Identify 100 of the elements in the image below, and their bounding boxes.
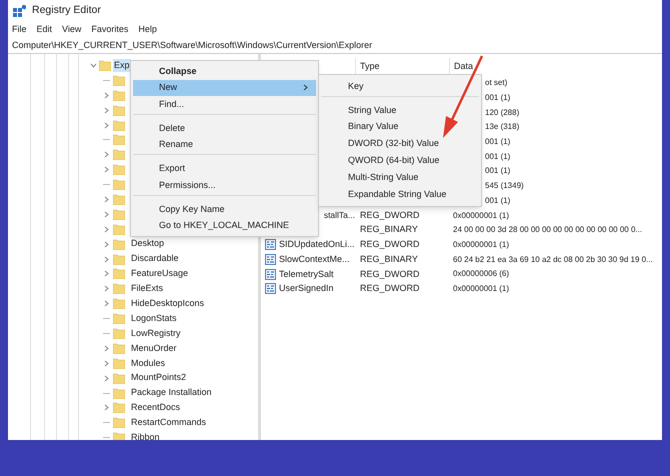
value-icon: [265, 268, 276, 280]
menu-item[interactable]: File: [12, 23, 27, 37]
value-icon: [265, 239, 276, 250]
value-icon: [265, 254, 276, 266]
tree-item[interactable]: FileExts: [130, 282, 164, 296]
tree-item[interactable]: Desktop: [130, 237, 166, 251]
chevron-right-icon[interactable]: [103, 122, 110, 128]
tree-item[interactable]: FeatureUsage: [130, 267, 190, 281]
menu-item[interactable]: DWORD (32-bit) Value: [321, 136, 479, 152]
tree-line: [103, 332, 110, 334]
folder-icon: [113, 432, 125, 440]
folder-icon: [113, 120, 125, 130]
table-cell-text: 0x00000001 (1): [452, 282, 510, 295]
tree-line: [103, 392, 110, 394]
folder-icon: [113, 208, 125, 220]
menu-item[interactable]: Copy Key Name: [133, 194, 316, 218]
menu-item[interactable]: QWORD (64-bit) Value: [321, 152, 479, 170]
address-bar[interactable]: Computer\HKEY_CURRENT_USER\Software\Microsoft\Windows\CurrentVersion\Explorer: [8, 38, 662, 54]
menu-item[interactable]: Binary Value: [321, 118, 479, 136]
table-cell: 001 (1): [485, 165, 510, 178]
chevron-down-icon[interactable]: [90, 62, 97, 69]
tree-item[interactable]: RestartCommands: [130, 416, 208, 430]
table-cell-text: 0x00000001 (1): [452, 238, 510, 251]
table-cell-text: UserSignedIn: [279, 282, 334, 296]
window-title: Registry Editor: [32, 3, 101, 18]
table-cell-text: 60 24 b2 21 ea 3a 69 10 a2 dc 08 00 2b 30 30 9d 19 0...: [452, 254, 653, 266]
menu-item[interactable]: Find...: [133, 96, 316, 112]
tree-line: [103, 318, 110, 320]
folder-icon: [113, 90, 125, 101]
tree-item[interactable]: RecentDocs: [130, 401, 182, 415]
table-cell-text: REG_DWORD: [359, 268, 421, 281]
folder-icon: [99, 60, 111, 71]
menu-item[interactable]: Permissions...: [133, 177, 316, 194]
folder-icon: [113, 134, 125, 146]
table-cell: 120 (288): [485, 106, 520, 119]
folder-icon: [113, 328, 125, 339]
table-cell-text: REG_DWORD: [359, 238, 421, 252]
menu-item[interactable]: Rename: [133, 136, 316, 153]
folder-icon: [113, 238, 125, 250]
folder-icon: [113, 194, 125, 205]
folder-icon: [113, 224, 125, 235]
table-cell: 001 (1): [485, 150, 510, 163]
tree-item[interactable]: Modules: [130, 356, 166, 370]
table-cell: 001 (1): [485, 92, 510, 104]
tree-item[interactable]: LowRegistry: [130, 326, 182, 340]
menu-item[interactable]: Favorites: [91, 23, 128, 37]
menu-item[interactable]: Help: [138, 23, 157, 37]
tree-line: [103, 184, 110, 186]
menu-item[interactable]: String Value: [321, 96, 479, 119]
menu-item[interactable]: Expandable String Value: [321, 186, 479, 203]
folder-icon: [113, 149, 125, 160]
table-cell-text: SIDUpdatedOnLi...: [279, 238, 355, 252]
table-cell-text: REG_DWORD: [359, 282, 421, 296]
tree-item[interactable]: Exp: [113, 58, 131, 72]
tree-item[interactable]: LogonStats: [130, 312, 178, 326]
menu-item[interactable]: Export: [133, 154, 316, 177]
table-cell-text: REG_BINARY: [359, 252, 419, 266]
folder-icon: [113, 358, 125, 369]
folder-icon: [113, 268, 125, 280]
folder-icon: [113, 74, 125, 86]
tree-item[interactable]: HideDesktopIcons: [130, 296, 206, 310]
tree-line: [103, 437, 110, 438]
table-cell-text: 0x00000001 (1): [452, 210, 510, 222]
value-icon: [265, 283, 276, 294]
folder-icon: [113, 402, 125, 414]
chevron-right-icon: [303, 84, 308, 92]
table-cell-text: SlowContextMe...: [279, 252, 350, 266]
column-header[interactable]: Data: [450, 58, 662, 76]
table-cell-text: REG_DWORD: [359, 208, 421, 222]
menu-item[interactable]: Multi-String Value: [321, 169, 479, 186]
chevron-right-icon[interactable]: [103, 404, 110, 412]
tree-item[interactable]: MenuOrder: [130, 342, 178, 356]
tree-item[interactable]: Ribbon: [130, 430, 161, 440]
tree-item[interactable]: Package Installation: [130, 386, 213, 400]
menu-item[interactable]: Edit: [36, 23, 52, 37]
menu-item[interactable]: View: [62, 23, 82, 37]
menu-item[interactable]: New: [133, 80, 316, 96]
tree-line: [103, 139, 110, 140]
tree-line: [103, 80, 110, 81]
table-cell-text: 24 00 00 00 3d 28 00 00 00 00 00 00 00 00 00 00 0...: [452, 224, 642, 236]
table-cell: 001 (1): [485, 194, 510, 207]
table-cell: 001 (1): [485, 136, 510, 148]
folder-icon: [113, 388, 125, 399]
tree-item[interactable]: MountPoints2: [130, 371, 188, 385]
table-cell: 545 (1349): [485, 180, 524, 192]
menu-item[interactable]: Delete: [133, 114, 316, 136]
table-cell: 13e (318): [485, 121, 520, 134]
menu-item[interactable]: Go to HKEY_LOCAL_MACHINE: [133, 218, 316, 234]
folder-icon: [113, 104, 125, 116]
table-cell: stallTa...: [324, 209, 355, 222]
table-cell-text: 0x00000006 (6): [452, 268, 510, 280]
menu-item[interactable]: Key: [321, 78, 479, 95]
folder-icon: [113, 417, 125, 428]
folder-icon: [113, 254, 125, 265]
folder-icon: [113, 179, 125, 190]
folder-icon: [113, 342, 125, 354]
tree-line: [103, 422, 110, 424]
menu-item[interactable]: Collapse: [133, 63, 316, 80]
tree-item[interactable]: Discardable: [130, 252, 180, 266]
folder-icon: [113, 313, 125, 324]
